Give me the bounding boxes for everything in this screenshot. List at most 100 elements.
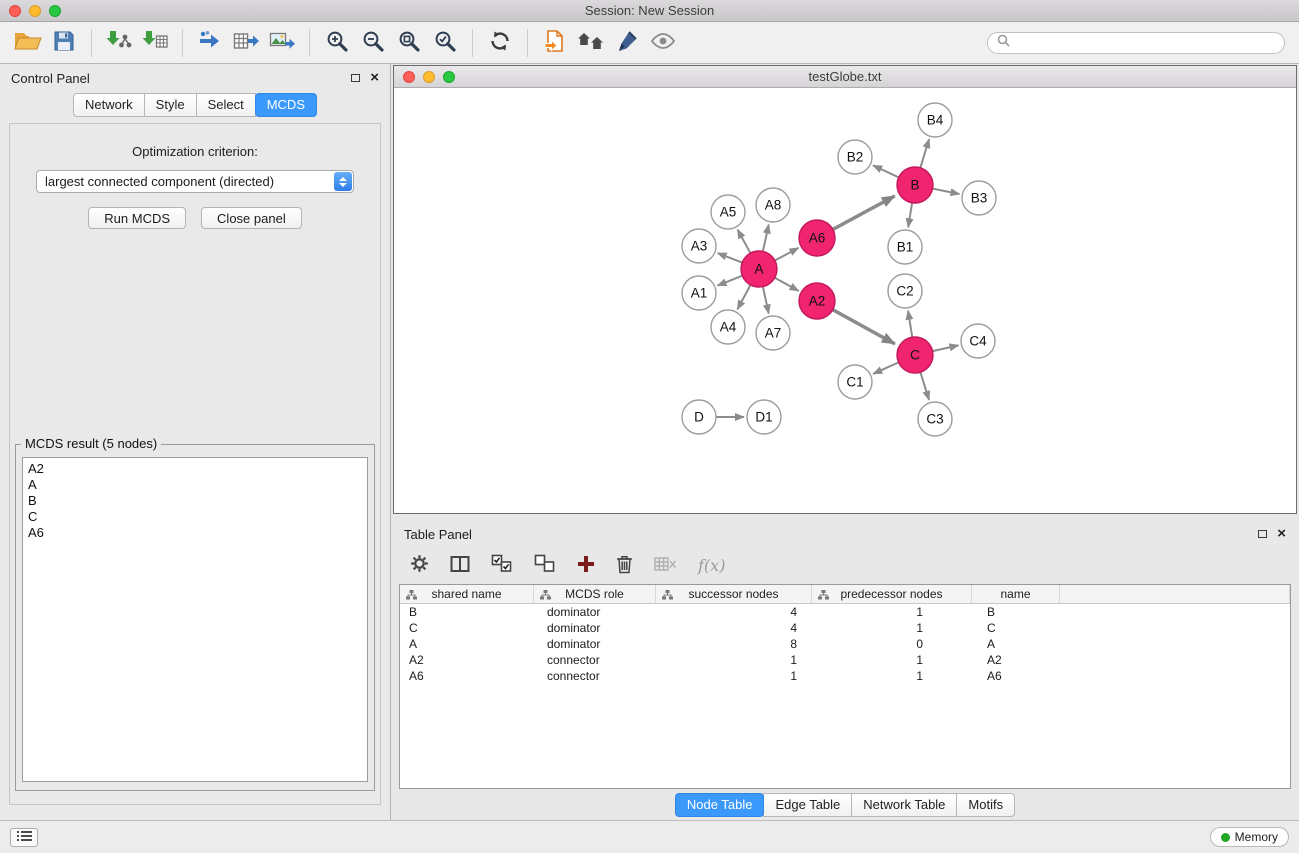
graph-edge-C-C3[interactable] [920, 372, 929, 400]
table-row[interactable]: Bdominator41B [400, 604, 1290, 620]
import-table-button[interactable] [137, 26, 173, 60]
table-cell[interactable]: A2 [972, 653, 1060, 667]
unselect-all-columns-button[interactable] [534, 554, 556, 576]
import-network-button[interactable] [101, 26, 137, 60]
export-image-button[interactable] [264, 26, 300, 60]
result-item[interactable]: B [28, 493, 362, 509]
graph-edge-B-B4[interactable] [920, 139, 929, 168]
delete-table-button[interactable] [654, 556, 677, 575]
show-graphics-details-button[interactable] [645, 26, 681, 60]
column-header-shared-name[interactable]: shared name [400, 585, 534, 603]
tab-network-table[interactable]: Network Table [851, 793, 957, 817]
mcds-result-list[interactable]: A2ABCA6 [22, 457, 368, 782]
graph-edge-B-B1[interactable] [908, 203, 912, 227]
column-header-predecessor-nodes[interactable]: predecessor nodes [812, 585, 972, 603]
graph-edge-A-A5[interactable] [738, 230, 751, 254]
zoom-fit-button[interactable] [391, 26, 427, 60]
graph-edge-A-A2[interactable] [775, 278, 799, 291]
maximize-window-button[interactable] [49, 5, 61, 17]
tab-style[interactable]: Style [144, 93, 197, 117]
result-item[interactable]: A [28, 477, 362, 493]
table-cell[interactable]: 1 [812, 605, 972, 619]
float-panel-icon[interactable] [351, 74, 360, 82]
zoom-in-button[interactable] [319, 26, 355, 60]
tab-node-table[interactable]: Node Table [675, 793, 765, 817]
table-row[interactable]: A6connector11A6 [400, 668, 1290, 684]
table-cell[interactable]: A [972, 637, 1060, 651]
tab-edge-table[interactable]: Edge Table [763, 793, 852, 817]
graph-edge-C-C1[interactable] [873, 362, 898, 373]
table-cell[interactable]: A2 [400, 653, 534, 667]
graph-edge-A-A3[interactable] [718, 253, 743, 262]
graph-edge-A2-C[interactable] [833, 310, 895, 344]
zoom-selected-button[interactable] [427, 26, 463, 60]
network-canvas[interactable]: B4B2BB3A5A8A6B1A3AC2A1A2A4A7C4CC1C3DD1 [394, 88, 1296, 513]
table-row[interactable]: Adominator80A [400, 636, 1290, 652]
function-builder-button[interactable]: f(x) [698, 556, 725, 575]
table-row[interactable]: Cdominator41C [400, 620, 1290, 636]
maximize-network-window-button[interactable] [443, 71, 455, 83]
create-column-button[interactable] [577, 555, 595, 576]
minimize-network-window-button[interactable] [423, 71, 435, 83]
close-table-panel-icon[interactable]: × [1277, 529, 1286, 539]
column-header-mcds-role[interactable]: MCDS role [534, 585, 656, 603]
table-cell[interactable]: C [972, 621, 1060, 635]
close-window-button[interactable] [9, 5, 21, 17]
result-item[interactable]: C [28, 509, 362, 525]
column-header-successor-nodes[interactable]: successor nodes [656, 585, 812, 603]
tab-select[interactable]: Select [196, 93, 256, 117]
run-mcds-button[interactable]: Run MCDS [88, 207, 186, 229]
minimize-window-button[interactable] [29, 5, 41, 17]
table-cell[interactable]: 1 [812, 621, 972, 635]
close-network-window-button[interactable] [403, 71, 415, 83]
graph-edge-A-A1[interactable] [718, 276, 743, 286]
select-all-columns-button[interactable] [491, 554, 513, 576]
task-history-button[interactable] [10, 828, 38, 847]
close-panel-icon[interactable]: × [370, 73, 379, 83]
graph-edge-B-B2[interactable] [873, 165, 899, 177]
tab-mcds[interactable]: MCDS [255, 93, 317, 117]
float-table-panel-icon[interactable] [1258, 530, 1267, 538]
birds-eye-view-button[interactable] [573, 26, 609, 60]
close-panel-button[interactable]: Close panel [201, 207, 302, 229]
apply-layout-button[interactable] [482, 26, 518, 60]
table-cell[interactable]: dominator [534, 637, 656, 651]
table-cell[interactable]: B [972, 605, 1060, 619]
memory-button[interactable]: Memory [1210, 827, 1289, 847]
search-input[interactable] [1015, 35, 1275, 50]
table-cell[interactable]: A [400, 637, 534, 651]
graph-edge-A-A4[interactable] [737, 285, 750, 309]
result-item[interactable]: A6 [28, 525, 362, 541]
table-cell[interactable]: B [400, 605, 534, 619]
table-cell[interactable]: dominator [534, 621, 656, 635]
graph-edge-A-A8[interactable] [763, 225, 769, 252]
search-field[interactable] [987, 32, 1285, 54]
table-cell[interactable]: 4 [656, 605, 812, 619]
column-header-name[interactable]: name [972, 585, 1060, 603]
table-cell[interactable]: 1 [656, 669, 812, 683]
save-session-button[interactable] [46, 26, 82, 60]
table-cell[interactable]: connector [534, 669, 656, 683]
graph-edge-A-A6[interactable] [775, 248, 799, 261]
graph-edge-A-A7[interactable] [763, 287, 769, 314]
table-settings-button[interactable] [410, 554, 429, 576]
table-cell[interactable]: dominator [534, 605, 656, 619]
export-table-button[interactable] [228, 26, 264, 60]
export-network-button[interactable] [192, 26, 228, 60]
table-cell[interactable]: 0 [812, 637, 972, 651]
style-brush-button[interactable] [609, 26, 645, 60]
graph-edge-C-C2[interactable] [908, 311, 912, 337]
open-session-button[interactable] [10, 26, 46, 60]
graph-edge-A6-B[interactable] [833, 196, 895, 229]
table-cell[interactable]: 1 [812, 653, 972, 667]
network-snapshot-button[interactable] [537, 26, 573, 60]
optimization-criterion-dropdown[interactable]: largest connected component (directed) [36, 170, 354, 193]
table-cell[interactable]: 1 [656, 653, 812, 667]
table-cell[interactable]: connector [534, 653, 656, 667]
table-cell[interactable]: 4 [656, 621, 812, 635]
result-item[interactable]: A2 [28, 461, 362, 477]
zoom-out-button[interactable] [355, 26, 391, 60]
table-cell[interactable]: 1 [812, 669, 972, 683]
graph-edge-C-C4[interactable] [933, 345, 959, 351]
show-columns-button[interactable] [450, 555, 470, 576]
